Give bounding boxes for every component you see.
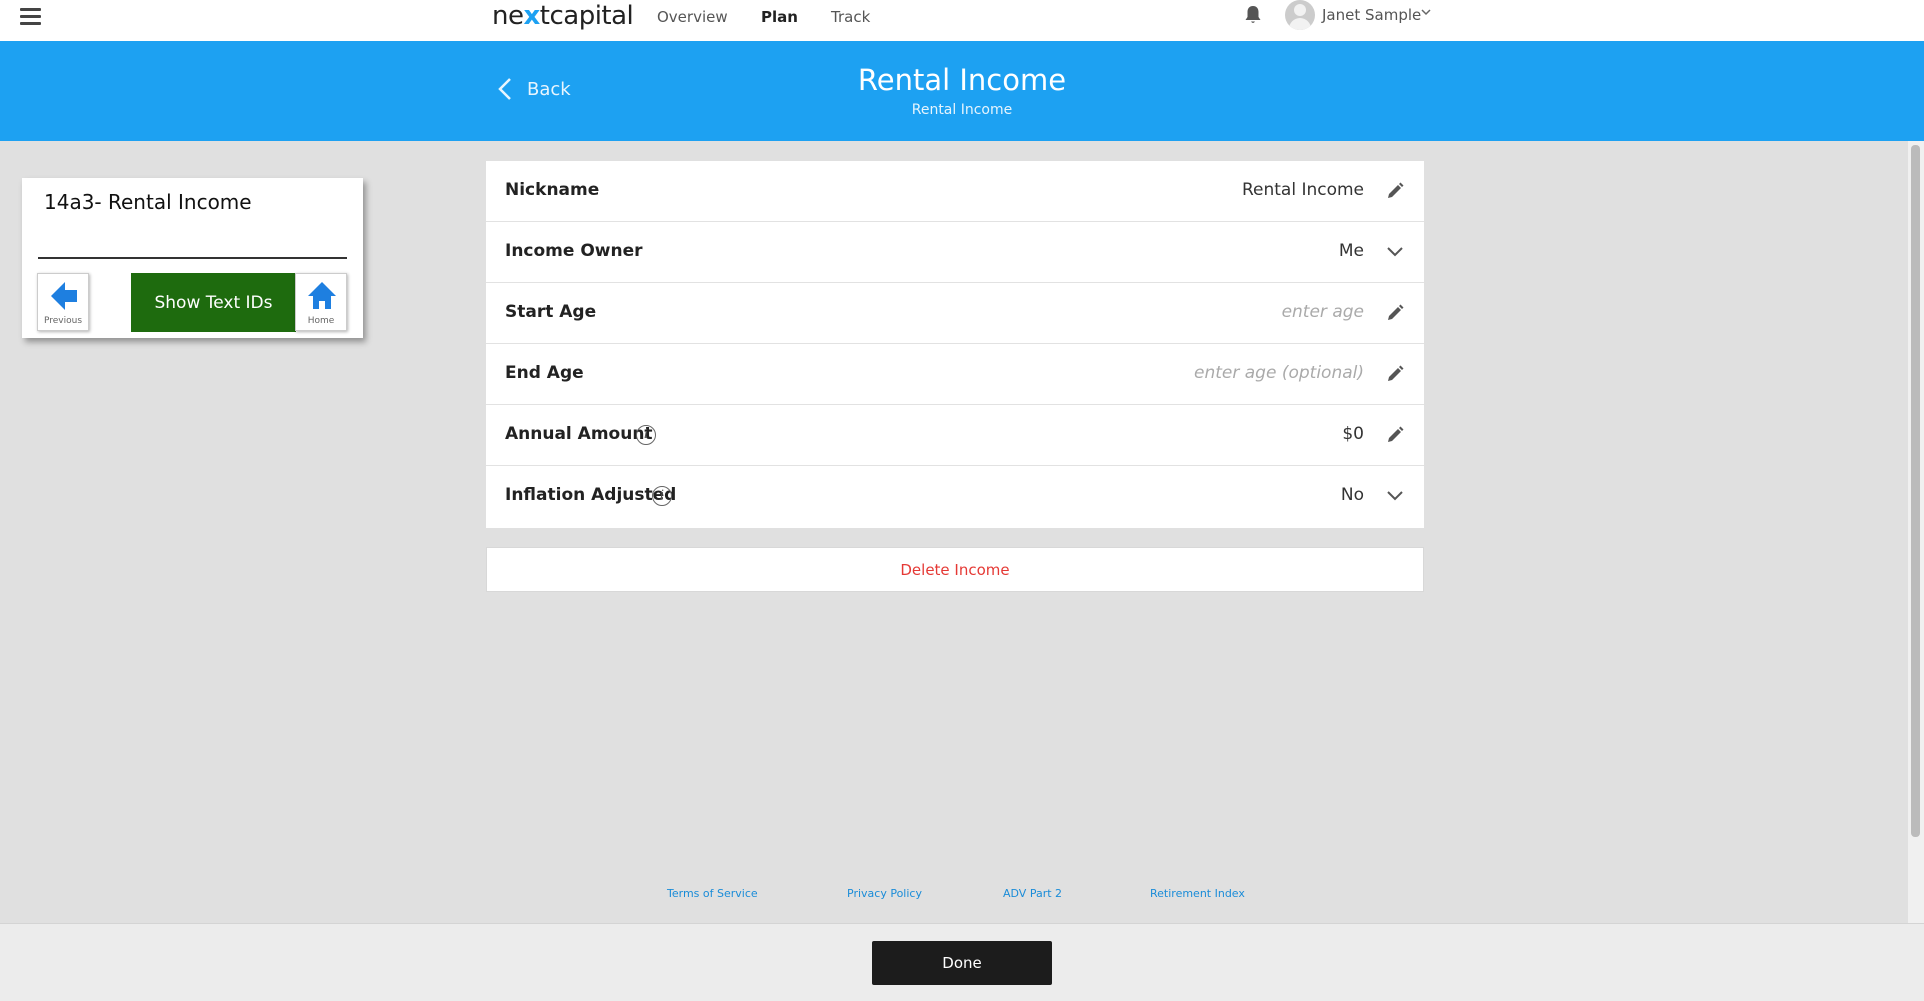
home-button[interactable]: Home	[295, 273, 347, 331]
scrollbar-thumb[interactable]	[1911, 145, 1920, 837]
bottom-bar: Done	[0, 923, 1924, 1001]
info-icon[interactable]: i	[636, 425, 656, 445]
arrow-left-icon	[51, 282, 77, 310]
delete-income-button[interactable]: Delete Income	[486, 547, 1424, 592]
previous-button[interactable]: Previous	[37, 273, 89, 331]
privacy-policy-link[interactable]: Privacy Policy	[847, 887, 922, 900]
info-icon[interactable]: i	[652, 486, 672, 506]
nav-link-plan[interactable]: Plan	[761, 8, 798, 26]
end-age-row[interactable]: End Age enter age (optional)	[486, 344, 1424, 405]
income-owner-label: Income Owner	[505, 241, 643, 261]
hamburger-menu-icon[interactable]	[20, 8, 41, 25]
test-panel-title: 14a3- Rental Income	[44, 190, 252, 214]
user-name[interactable]: Janet Sample	[1322, 6, 1421, 24]
previous-caption: Previous	[43, 316, 83, 326]
start-age-label: Start Age	[505, 302, 597, 322]
annual-amount-label: Annual Amount	[505, 424, 653, 444]
inflation-adjusted-value: No	[1340, 485, 1364, 505]
nav-link-overview[interactable]: Overview	[657, 8, 728, 26]
home-caption: Home	[307, 316, 335, 326]
nickname-label: Nickname	[505, 180, 600, 200]
terms-of-service-link[interactable]: Terms of Service	[667, 887, 758, 900]
top-nav: nextcapital Overview Plan Track Janet Sa…	[0, 0, 1924, 41]
page-subtitle: Rental Income	[911, 102, 1013, 118]
annual-amount-value: $0	[1342, 424, 1364, 444]
pencil-icon[interactable]	[1385, 425, 1405, 445]
page-header: Back Rental Income Rental Income	[0, 41, 1924, 141]
income-form: Nickname Rental Income Income Owner Me S…	[486, 161, 1424, 528]
income-owner-row[interactable]: Income Owner Me	[486, 222, 1424, 283]
done-button[interactable]: Done	[872, 941, 1052, 985]
chevron-down-icon[interactable]	[1385, 486, 1405, 506]
home-icon	[308, 282, 336, 309]
chevron-down-icon[interactable]	[1385, 242, 1405, 262]
pencil-icon[interactable]	[1385, 181, 1405, 201]
nickname-value: Rental Income	[1241, 180, 1364, 200]
page-title: Rental Income	[857, 63, 1067, 97]
user-menu-chevron-icon[interactable]	[1420, 6, 1432, 18]
end-age-input[interactable]: enter age (optional)	[1194, 363, 1364, 383]
inflation-adjusted-row[interactable]: Inflation Adjusted i No	[486, 466, 1424, 527]
pencil-icon[interactable]	[1385, 303, 1405, 323]
end-age-label: End Age	[505, 363, 584, 383]
annual-amount-row[interactable]: Annual Amount i $0	[486, 405, 1424, 466]
user-avatar[interactable]	[1285, 0, 1315, 30]
nextcapital-logo[interactable]: nextcapital	[492, 1, 634, 31]
income-owner-value: Me	[1338, 241, 1364, 261]
show-text-ids-button[interactable]: Show Text IDs	[131, 273, 296, 332]
nickname-row[interactable]: Nickname Rental Income	[486, 161, 1424, 222]
start-age-input[interactable]: enter age	[1282, 302, 1364, 322]
inflation-adjusted-label: Inflation Adjusted	[505, 485, 677, 505]
notification-bell-icon[interactable]	[1244, 5, 1262, 25]
adv-part-2-link[interactable]: ADV Part 2	[1003, 887, 1062, 900]
nav-link-track[interactable]: Track	[831, 8, 870, 26]
retirement-index-link[interactable]: Retirement Index	[1150, 887, 1245, 900]
test-panel: 14a3- Rental Income Previous Show Text I…	[22, 178, 363, 338]
start-age-row[interactable]: Start Age enter age	[486, 283, 1424, 344]
divider	[38, 257, 347, 259]
pencil-icon[interactable]	[1385, 364, 1405, 384]
